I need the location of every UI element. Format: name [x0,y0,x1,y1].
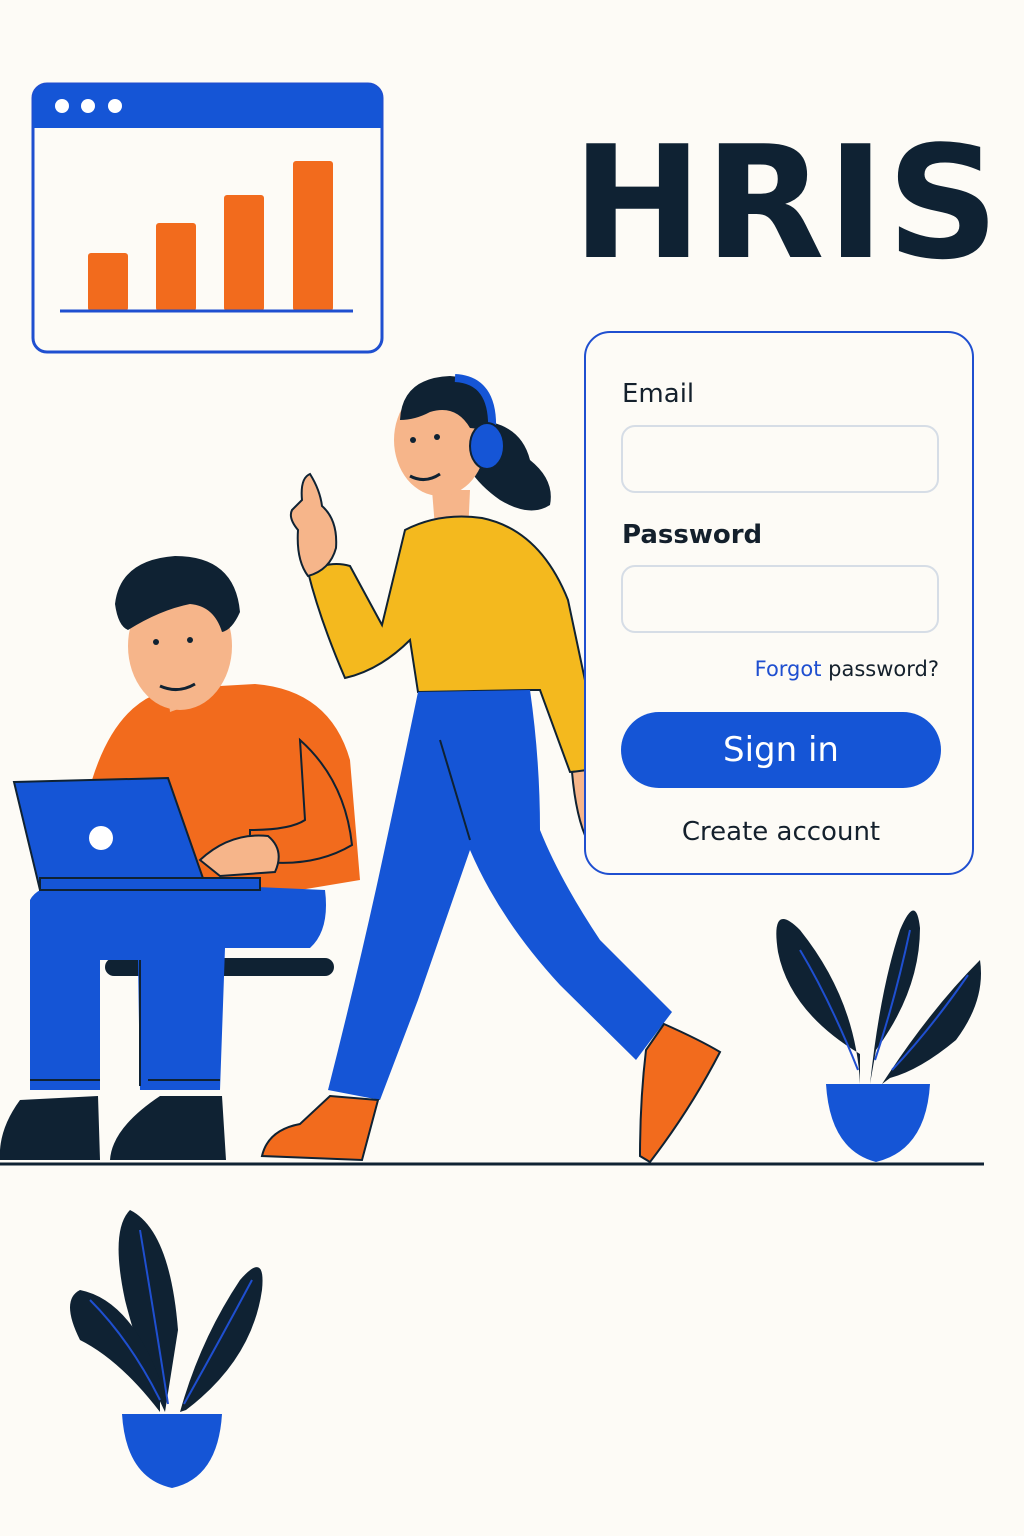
login-form: Email Password Forgot password? Sign in … [584,331,974,875]
potted-plant-icon [70,1210,263,1488]
password-label: Password [622,520,763,550]
email-label: Email [622,379,695,409]
email-field[interactable] [621,425,939,493]
seated-man-figure [0,556,360,1160]
create-account-link[interactable]: Create account [586,817,976,847]
forgot-link-prefix: Forgot [754,657,822,681]
forgot-password-link[interactable]: Forgot password? [755,657,939,681]
password-field[interactable] [621,565,939,633]
forgot-link-suffix: password? [821,657,939,681]
app-title: HRIS [572,112,1002,294]
sign-in-button[interactable]: Sign in [621,712,941,788]
potted-plant-icon [776,910,981,1162]
